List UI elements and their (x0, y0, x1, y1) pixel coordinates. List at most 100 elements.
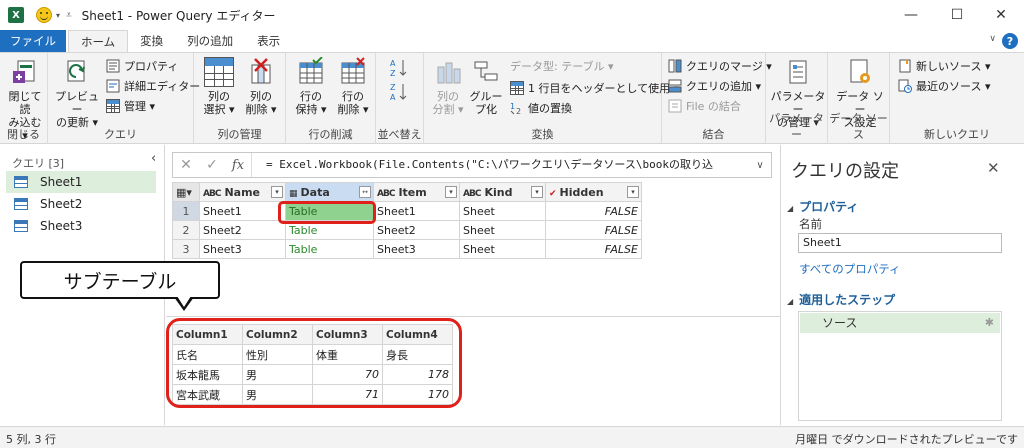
combine-files-button[interactable]: File の結合 (668, 97, 741, 115)
remove-columns-button[interactable]: 列の 削除 ▾ (242, 57, 280, 116)
remove-rows-label-2: 削除 ▾ (337, 103, 369, 116)
smiley-feedback-icon[interactable] (36, 7, 52, 23)
expand-column-icon[interactable]: ⇿ (359, 186, 371, 198)
cell-kind[interactable]: Sheet (459, 220, 546, 240)
type-table-icon[interactable]: ▦ (289, 189, 297, 199)
merge-queries-button[interactable]: クエリのマージ ▾ (668, 57, 772, 75)
keep-rows-label-2: 保持 ▾ (295, 103, 327, 116)
grid-header-row: ▦▾ ABC Name ▾ ▦ Data ⇿ ABC Item ▾ ABC Kind ▾ ✔ Hi… (172, 182, 642, 202)
advanced-editor-button[interactable]: 詳細エディター (106, 77, 200, 95)
column-name-label: Name (224, 185, 260, 199)
column-hidden-label: Hidden (559, 185, 604, 199)
feedback-dropdown-icon[interactable]: ▾ (56, 11, 60, 20)
svg-text:A: A (390, 93, 396, 102)
type-text-icon[interactable]: ABC (203, 189, 221, 199)
group-label-new-query: 新しいクエリ (924, 128, 990, 141)
preview-divider[interactable] (166, 316, 780, 317)
tab-view[interactable]: 表示 (245, 30, 292, 52)
column-header-item[interactable]: ABC Item ▾ (373, 182, 460, 202)
close-pane-icon[interactable]: ✕ (987, 159, 1000, 177)
replace-values-button[interactable]: 12 値の置換 (510, 99, 572, 117)
cell-item[interactable]: Sheet3 (373, 239, 460, 259)
filter-dropdown-icon[interactable]: ▾ (627, 186, 639, 198)
cell-item[interactable]: Sheet1 (373, 201, 460, 221)
column-header-name[interactable]: ABC Name ▾ (199, 182, 286, 202)
refresh-preview-button[interactable]: プレビュー の更新 ▾ (54, 57, 100, 129)
grid-corner-menu[interactable]: ▦▾ (172, 182, 200, 202)
data-type-dropdown[interactable]: データ型: テーブル ▾ (510, 57, 614, 75)
step-item-source[interactable]: ソース ✱ (800, 313, 1000, 333)
choose-columns-label-1: 列の (208, 90, 230, 103)
row-number[interactable]: 2 (172, 220, 200, 240)
collapse-pane-icon[interactable]: ‹ (151, 151, 156, 166)
group-new-query: 新しいソース ▾ 最近のソース ▾ 新しいクエリ (890, 53, 1024, 144)
type-text-icon[interactable]: ABC (377, 189, 395, 199)
properties-button[interactable]: プロパティ (106, 57, 178, 75)
gear-icon[interactable]: ✱ (985, 313, 994, 333)
cell-data-table-link[interactable]: Table (285, 239, 374, 259)
new-source-button[interactable]: 新しいソース ▾ (898, 57, 990, 75)
query-item-sheet2[interactable]: Sheet2 (6, 193, 156, 215)
group-by-button[interactable]: グルー プ化 (468, 57, 504, 116)
column-header-kind[interactable]: ABC Kind ▾ (459, 182, 546, 202)
maximize-button[interactable]: ☐ (934, 0, 980, 30)
group-label-data-source: データ ソース (829, 112, 888, 141)
cell-hidden[interactable]: FALSE (545, 239, 642, 259)
query-name-input[interactable]: Sheet1 (798, 233, 1002, 253)
cell-name[interactable]: Sheet2 (199, 220, 286, 240)
group-data-source: データ ソー ス設定 データ ソース (828, 53, 890, 144)
cancel-formula-icon[interactable]: ✕ (173, 157, 199, 173)
group-manage-columns: 列の 選択 ▾ 列の 削除 ▾ 列の管理 (194, 53, 286, 144)
filter-dropdown-icon[interactable]: ▾ (271, 186, 283, 198)
recent-sources-button[interactable]: 最近のソース ▾ (898, 77, 990, 95)
query-settings-pane: クエリの設定 ✕ ◢ プロパティ 名前 Sheet1 すべてのプロパティ ◢ 適用し… (780, 145, 1024, 425)
tab-home[interactable]: ホーム (68, 30, 129, 52)
sort-ascending-button[interactable]: AZ (390, 57, 412, 79)
help-icon[interactable]: ? (1002, 33, 1018, 49)
split-column-button[interactable]: 列の 分割 ▾ (430, 57, 466, 116)
keep-rows-button[interactable]: 行の 保持 ▾ (292, 56, 330, 116)
tab-file[interactable]: ファイル (0, 30, 66, 52)
row-number[interactable]: 1 (172, 201, 200, 221)
filter-dropdown-icon[interactable]: ▾ (531, 186, 543, 198)
manage-button[interactable]: 管理 ▾ (106, 97, 155, 115)
cell-kind[interactable]: Sheet (459, 239, 546, 259)
group-by-label-1: グルー (469, 90, 503, 103)
properties-section[interactable]: ◢ プロパティ (787, 198, 858, 215)
remove-rows-label-1: 行の (342, 90, 364, 103)
cell-name[interactable]: Sheet3 (199, 239, 286, 259)
type-text-icon[interactable]: ABC (463, 189, 481, 199)
cell-hidden[interactable]: FALSE (545, 201, 642, 221)
query-item-sheet1[interactable]: Sheet1 (6, 171, 156, 193)
svg-text:2: 2 (516, 107, 521, 115)
choose-columns-button[interactable]: 列の 選択 ▾ (200, 57, 238, 116)
use-first-row-as-headers-button[interactable]: 1 行目をヘッダーとして使用 ▾ (510, 79, 679, 97)
expand-formula-icon[interactable]: ∨ (749, 160, 771, 171)
remove-columns-label-1: 列の (250, 90, 272, 103)
cell-item[interactable]: Sheet2 (373, 220, 460, 240)
tab-transform[interactable]: 変換 (128, 30, 175, 52)
all-properties-link[interactable]: すべてのプロパティ (799, 261, 901, 277)
sort-descending-button[interactable]: ZA (390, 81, 412, 103)
ribbon-collapse-icon[interactable]: ∨ (989, 34, 996, 44)
remove-rows-button[interactable]: 行の 削除 ▾ (334, 57, 372, 116)
quick-access-customize-icon[interactable]: ⩡ (66, 10, 72, 21)
column-header-hidden[interactable]: ✔ Hidden ▾ (545, 182, 642, 202)
close-window-button[interactable]: ✕ (978, 0, 1024, 30)
row-number[interactable]: 3 (172, 239, 200, 259)
type-boolean-icon[interactable]: ✔ (549, 189, 556, 199)
minimize-button[interactable]: — (888, 0, 934, 30)
cell-name[interactable]: Sheet1 (199, 201, 286, 221)
formula-input[interactable]: = Excel.Workbook(File.Contents("C:\パワークエ… (251, 153, 749, 177)
applied-steps-section[interactable]: ◢ 適用したステップ (787, 291, 895, 308)
cell-hidden[interactable]: FALSE (545, 220, 642, 240)
tab-add-column[interactable]: 列の追加 (175, 30, 245, 52)
combine-files-label: File の結合 (686, 100, 741, 113)
confirm-formula-icon[interactable]: ✓ (199, 157, 225, 173)
query-item-sheet3[interactable]: Sheet3 (6, 215, 156, 237)
filter-dropdown-icon[interactable]: ▾ (445, 186, 457, 198)
cell-kind[interactable]: Sheet (459, 201, 546, 221)
subtable-highlight (166, 318, 462, 408)
append-queries-button[interactable]: クエリの追加 ▾ (668, 77, 761, 95)
column-header-data[interactable]: ▦ Data ⇿ (285, 182, 374, 202)
